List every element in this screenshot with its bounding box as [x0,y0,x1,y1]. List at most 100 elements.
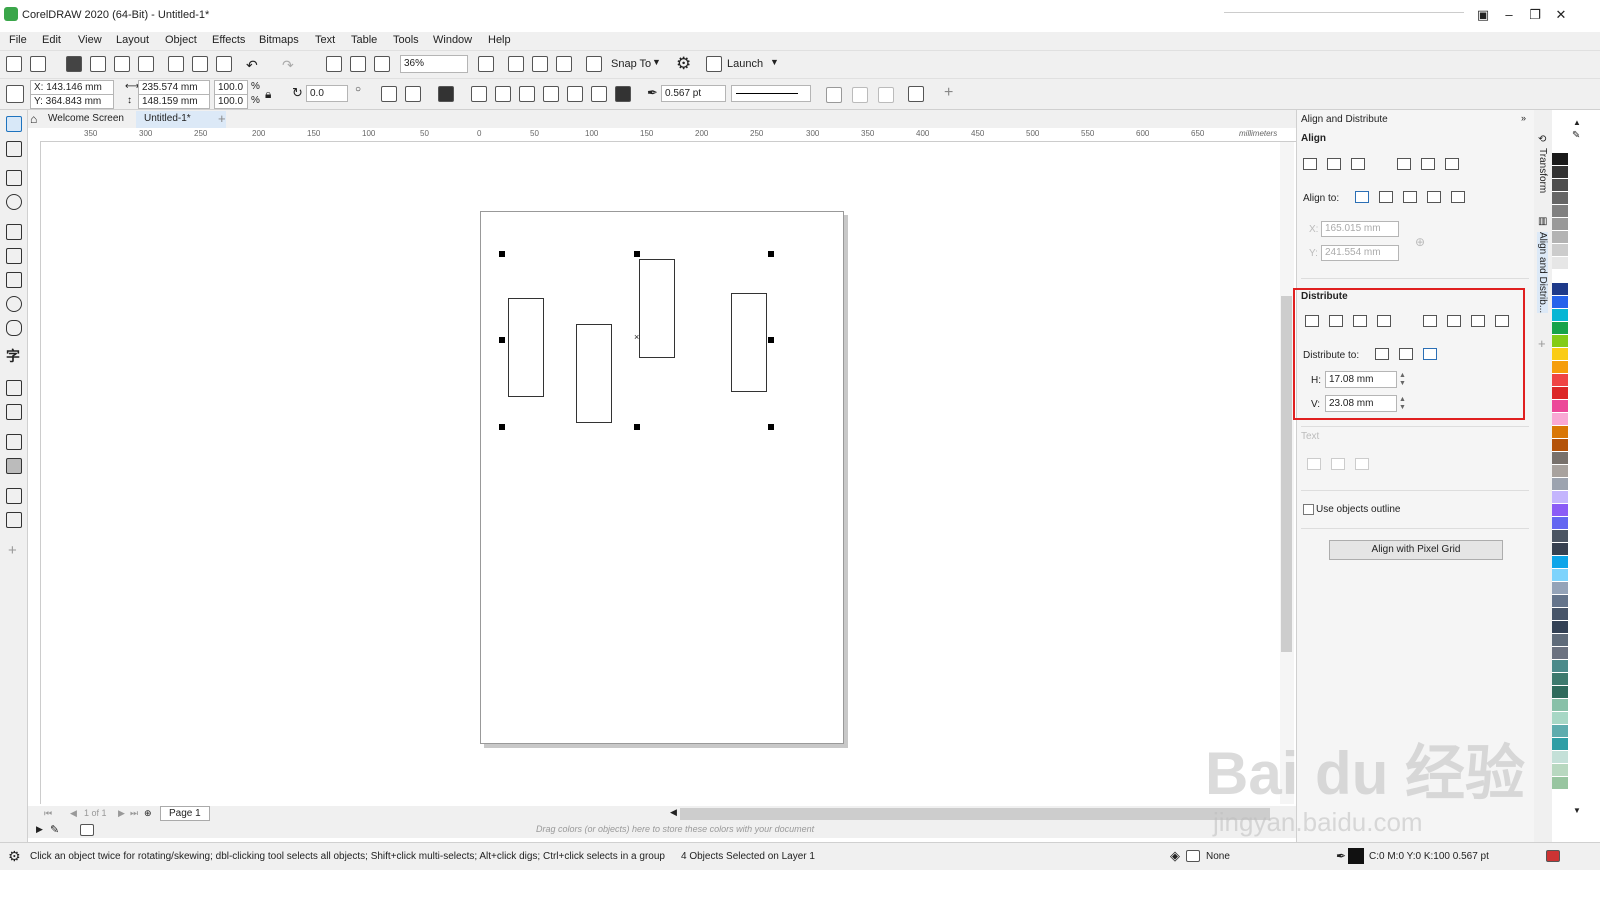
palette-swatch-42[interactable] [1552,686,1568,699]
cut-icon[interactable] [168,56,184,72]
status-gear-icon[interactable]: ⚙ [8,848,21,865]
line-style-select[interactable] [731,85,811,102]
rulers-icon[interactable] [508,56,524,72]
text-tool-icon[interactable]: 字 [6,346,20,366]
distribute-to-selection-icon[interactable] [1375,348,1389,360]
palette-swatch-16[interactable] [1552,348,1568,361]
prev-page-icon[interactable]: ◀ [70,808,77,819]
align-to-active-objects-icon[interactable] [1355,191,1369,203]
options-gear-icon[interactable]: ⚙ [676,54,691,74]
distribute-center-v-icon[interactable] [1447,315,1461,327]
align-top-icon[interactable] [1397,158,1411,170]
export-icon[interactable] [350,56,366,72]
palette-swatch-35[interactable] [1552,595,1568,608]
polygon-tool-icon[interactable] [6,320,22,336]
tab-untitled-1[interactable]: Untitled-1* [136,111,226,128]
back-minus-front-icon[interactable] [591,86,607,102]
align-pixel-grid-button[interactable]: Align with Pixel Grid [1329,540,1503,560]
text-bounding-box-icon[interactable] [1355,458,1369,470]
crop-tool-icon[interactable] [6,170,22,186]
text-align-last-line-icon[interactable] [1331,458,1345,470]
palette-swatch-43[interactable] [1552,699,1568,712]
last-page-icon[interactable]: ⏭ [130,808,138,819]
palette-swatch-37[interactable] [1552,621,1568,634]
transparency-icon[interactable] [6,458,22,474]
menu-help[interactable]: Help [488,34,511,46]
grid-icon[interactable] [532,56,548,72]
cloud-upload-icon[interactable] [90,56,106,72]
selection-handle-ne[interactable] [768,251,774,257]
rectangle-1[interactable] [508,298,544,397]
palette-swatch-6[interactable] [1552,218,1568,231]
home-icon[interactable]: ⌂ [30,112,37,126]
palette-swatch-34[interactable] [1552,582,1568,595]
no-color-swatch-icon[interactable] [80,824,94,836]
scale-height-field[interactable]: 100.0 [214,94,248,109]
parallel-dimension-icon[interactable] [6,380,22,396]
palette-swatch-12[interactable] [1552,296,1568,309]
rectangle-4[interactable] [731,293,767,392]
create-boundary-icon[interactable] [615,86,631,102]
restore-button[interactable]: ❐ [1524,6,1546,24]
rotation-field[interactable]: 0.0 [306,85,348,102]
simplify-icon[interactable] [543,86,559,102]
palette-swatch-29[interactable] [1552,517,1568,530]
intersect-icon[interactable] [519,86,535,102]
palette-swatch-27[interactable] [1552,491,1568,504]
save-icon[interactable] [66,56,82,72]
ellipse-tool-icon[interactable] [6,296,22,312]
selection-handle-s[interactable] [634,424,640,430]
artistic-media-icon[interactable] [6,248,22,264]
new-tab-icon[interactable]: + [218,111,226,126]
scale-width-field[interactable]: 100.0 [214,80,248,95]
menu-layout[interactable]: Layout [116,34,149,46]
rectangle-3[interactable] [639,259,675,358]
selection-handle-se[interactable] [768,424,774,430]
palette-swatch-9[interactable] [1552,257,1568,270]
palette-expand-icon[interactable]: ▶ [36,824,43,835]
add-icon[interactable]: + [944,84,953,102]
snap-to-chevron-icon[interactable]: ▼ [652,57,661,67]
selection-handle-sw[interactable] [499,424,505,430]
menu-edit[interactable]: Edit [42,34,61,46]
shape-tool-icon[interactable] [6,141,22,157]
align-to-grid-icon[interactable] [1427,191,1441,203]
docker-collapse-icon[interactable]: » [1521,113,1526,123]
palette-swatch-24[interactable] [1552,452,1568,465]
palette-swatch-38[interactable] [1552,634,1568,647]
palette-swatch-8[interactable] [1552,244,1568,257]
x-position-field[interactable]: X: 143.146 mm [30,80,114,95]
palette-swatch-44[interactable] [1552,712,1568,725]
eyedropper-icon[interactable] [6,488,22,504]
open-icon[interactable] [30,56,46,72]
copy-icon[interactable] [192,56,208,72]
h-spacing-field[interactable]: 17.08 mm [1325,371,1397,388]
rectangle-2[interactable] [576,324,612,423]
group-icon[interactable] [438,86,454,102]
use-outline-checkbox[interactable] [1303,504,1314,515]
zoom-tool-icon[interactable] [6,194,22,210]
palette-swatch-1[interactable] [1552,153,1568,166]
palette-swatch-14[interactable] [1552,322,1568,335]
document-page[interactable]: × [480,211,844,744]
rectangle-tool-icon[interactable] [6,272,22,288]
menu-bitmaps[interactable]: Bitmaps [259,34,299,46]
outline-to-object-icon[interactable] [878,87,894,103]
align-distribute-icon[interactable] [908,86,924,102]
selection-handle-nw[interactable] [499,251,505,257]
palette-swatch-41[interactable] [1552,673,1568,686]
align-x-field[interactable]: 165.015 mm [1321,221,1399,237]
tab-welcome-screen[interactable]: Welcome Screen [40,111,140,128]
palette-swatch-5[interactable] [1552,205,1568,218]
tab-page-1[interactable]: Page 1 [160,806,210,821]
close-button[interactable]: ✕ [1550,6,1572,24]
distribute-to-spacing-icon[interactable] [1423,348,1437,360]
weld-icon[interactable] [471,86,487,102]
vertical-scroll-thumb[interactable] [1281,296,1292,652]
palette-swatch-28[interactable] [1552,504,1568,517]
scroll-left-icon[interactable]: ◀ [670,807,677,818]
align-right-icon[interactable] [1351,158,1365,170]
palette-swatch-20[interactable] [1552,400,1568,413]
mirror-vertical-icon[interactable] [405,86,421,102]
y-position-field[interactable]: Y: 364.843 mm [30,94,114,109]
